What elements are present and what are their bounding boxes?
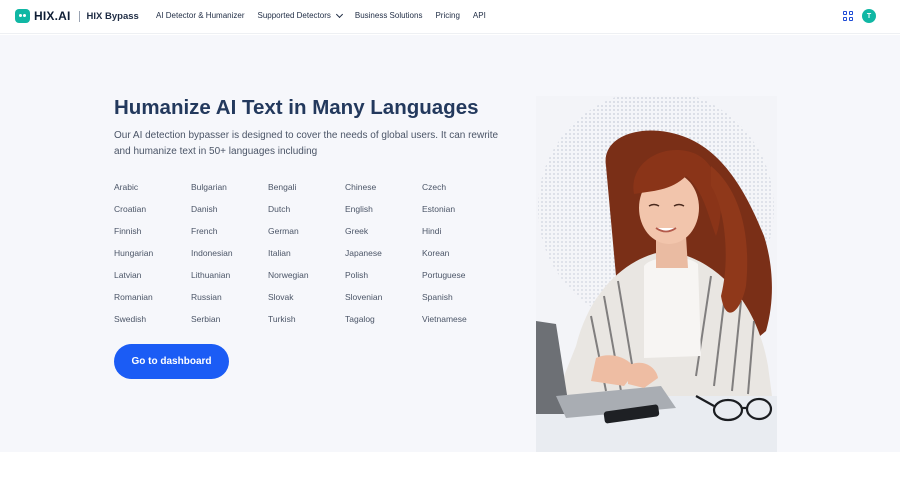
language-item: Portuguese — [422, 270, 466, 280]
nav-item-label: Pricing — [435, 11, 460, 20]
product-name: HIX Bypass — [86, 10, 139, 22]
language-item: Danish — [191, 204, 218, 214]
language-item: Spanish — [422, 292, 453, 302]
language-item: Bulgarian — [191, 182, 227, 192]
hero-illustration — [536, 96, 777, 452]
language-item: Chinese — [345, 182, 377, 192]
nav-item-label: Business Solutions — [354, 11, 423, 20]
language-item: Croatian — [114, 204, 147, 214]
nav-item-pricing[interactable]: Pricing — [435, 11, 459, 20]
grid-apps-icon[interactable] — [843, 11, 853, 21]
user-avatar[interactable]: T — [862, 9, 876, 23]
hix-logo-icon — [15, 9, 30, 23]
language-item: Norwegian — [268, 270, 309, 280]
language-list: Arabic Bulgarian Bengali Chinese Czech Croati… — [114, 182, 499, 327]
hero-description: Our AI detection bypasser is designed to… — [114, 130, 499, 157]
nav-item-label: API — [472, 11, 486, 20]
page-title: Humanize AI Text in Many Languages — [114, 96, 479, 119]
language-item: German — [268, 226, 299, 236]
language-item: Slovenian — [345, 292, 383, 302]
language-item: Slovak — [268, 292, 294, 302]
nav-item-supported-detectors[interactable]: Supported Detectors — [257, 10, 343, 20]
language-item: Turkish — [268, 314, 296, 324]
logo-divider — [78, 10, 80, 22]
nav-item-label: AI Detector & Humanizer — [156, 11, 245, 20]
nav-item-ai-detector[interactable]: AI Detector & Humanizer — [156, 11, 244, 20]
language-item: Lithuanian — [191, 270, 231, 280]
nav-item-business-solutions[interactable]: Business Solutions — [355, 11, 423, 20]
language-item: Dutch — [268, 204, 291, 214]
nav-item-label: Supported Detectors — [257, 11, 331, 20]
logo-text: HIX.AI — [34, 9, 71, 23]
language-item: Serbian — [191, 314, 221, 324]
language-item: Korean — [422, 248, 450, 258]
language-item: Polish — [345, 270, 369, 280]
language-item: Tagalog — [345, 314, 375, 324]
brand-logo[interactable]: HIX.AI HIX Bypass — [15, 9, 139, 23]
language-item: Czech — [422, 182, 447, 192]
language-item: Vietnamese — [422, 314, 467, 324]
language-item: Romanian — [114, 292, 153, 302]
language-item: Japanese — [345, 248, 382, 258]
language-item: English — [345, 204, 373, 214]
avatar-initial: T — [866, 12, 872, 20]
language-item: Latvian — [114, 270, 142, 280]
nav-item-api[interactable]: API — [473, 11, 486, 20]
language-item: Hindi — [422, 226, 442, 236]
language-item: Indonesian — [191, 248, 233, 258]
button-label: Go to dashboard — [131, 356, 212, 367]
top-navbar: HIX.AI HIX Bypass AI Detector & Humanize… — [0, 0, 900, 34]
page-bottom-area — [0, 452, 900, 493]
language-item: Bengali — [268, 182, 297, 192]
language-item: Italian — [268, 248, 291, 258]
language-item: Greek — [345, 226, 369, 236]
go-to-dashboard-button[interactable]: Go to dashboard — [114, 344, 229, 379]
language-item: Russian — [191, 292, 222, 302]
language-item: Hungarian — [114, 248, 154, 258]
language-item: Estonian — [422, 204, 456, 214]
language-item: Finnish — [114, 226, 142, 236]
language-item: Arabic — [114, 182, 139, 192]
hero-image-woman-with-laptop — [536, 96, 777, 452]
main-menu: AI Detector & Humanizer Supported Detect… — [156, 10, 499, 20]
chevron-down-icon — [335, 10, 343, 18]
language-item: French — [191, 226, 218, 236]
language-item: Swedish — [114, 314, 147, 324]
